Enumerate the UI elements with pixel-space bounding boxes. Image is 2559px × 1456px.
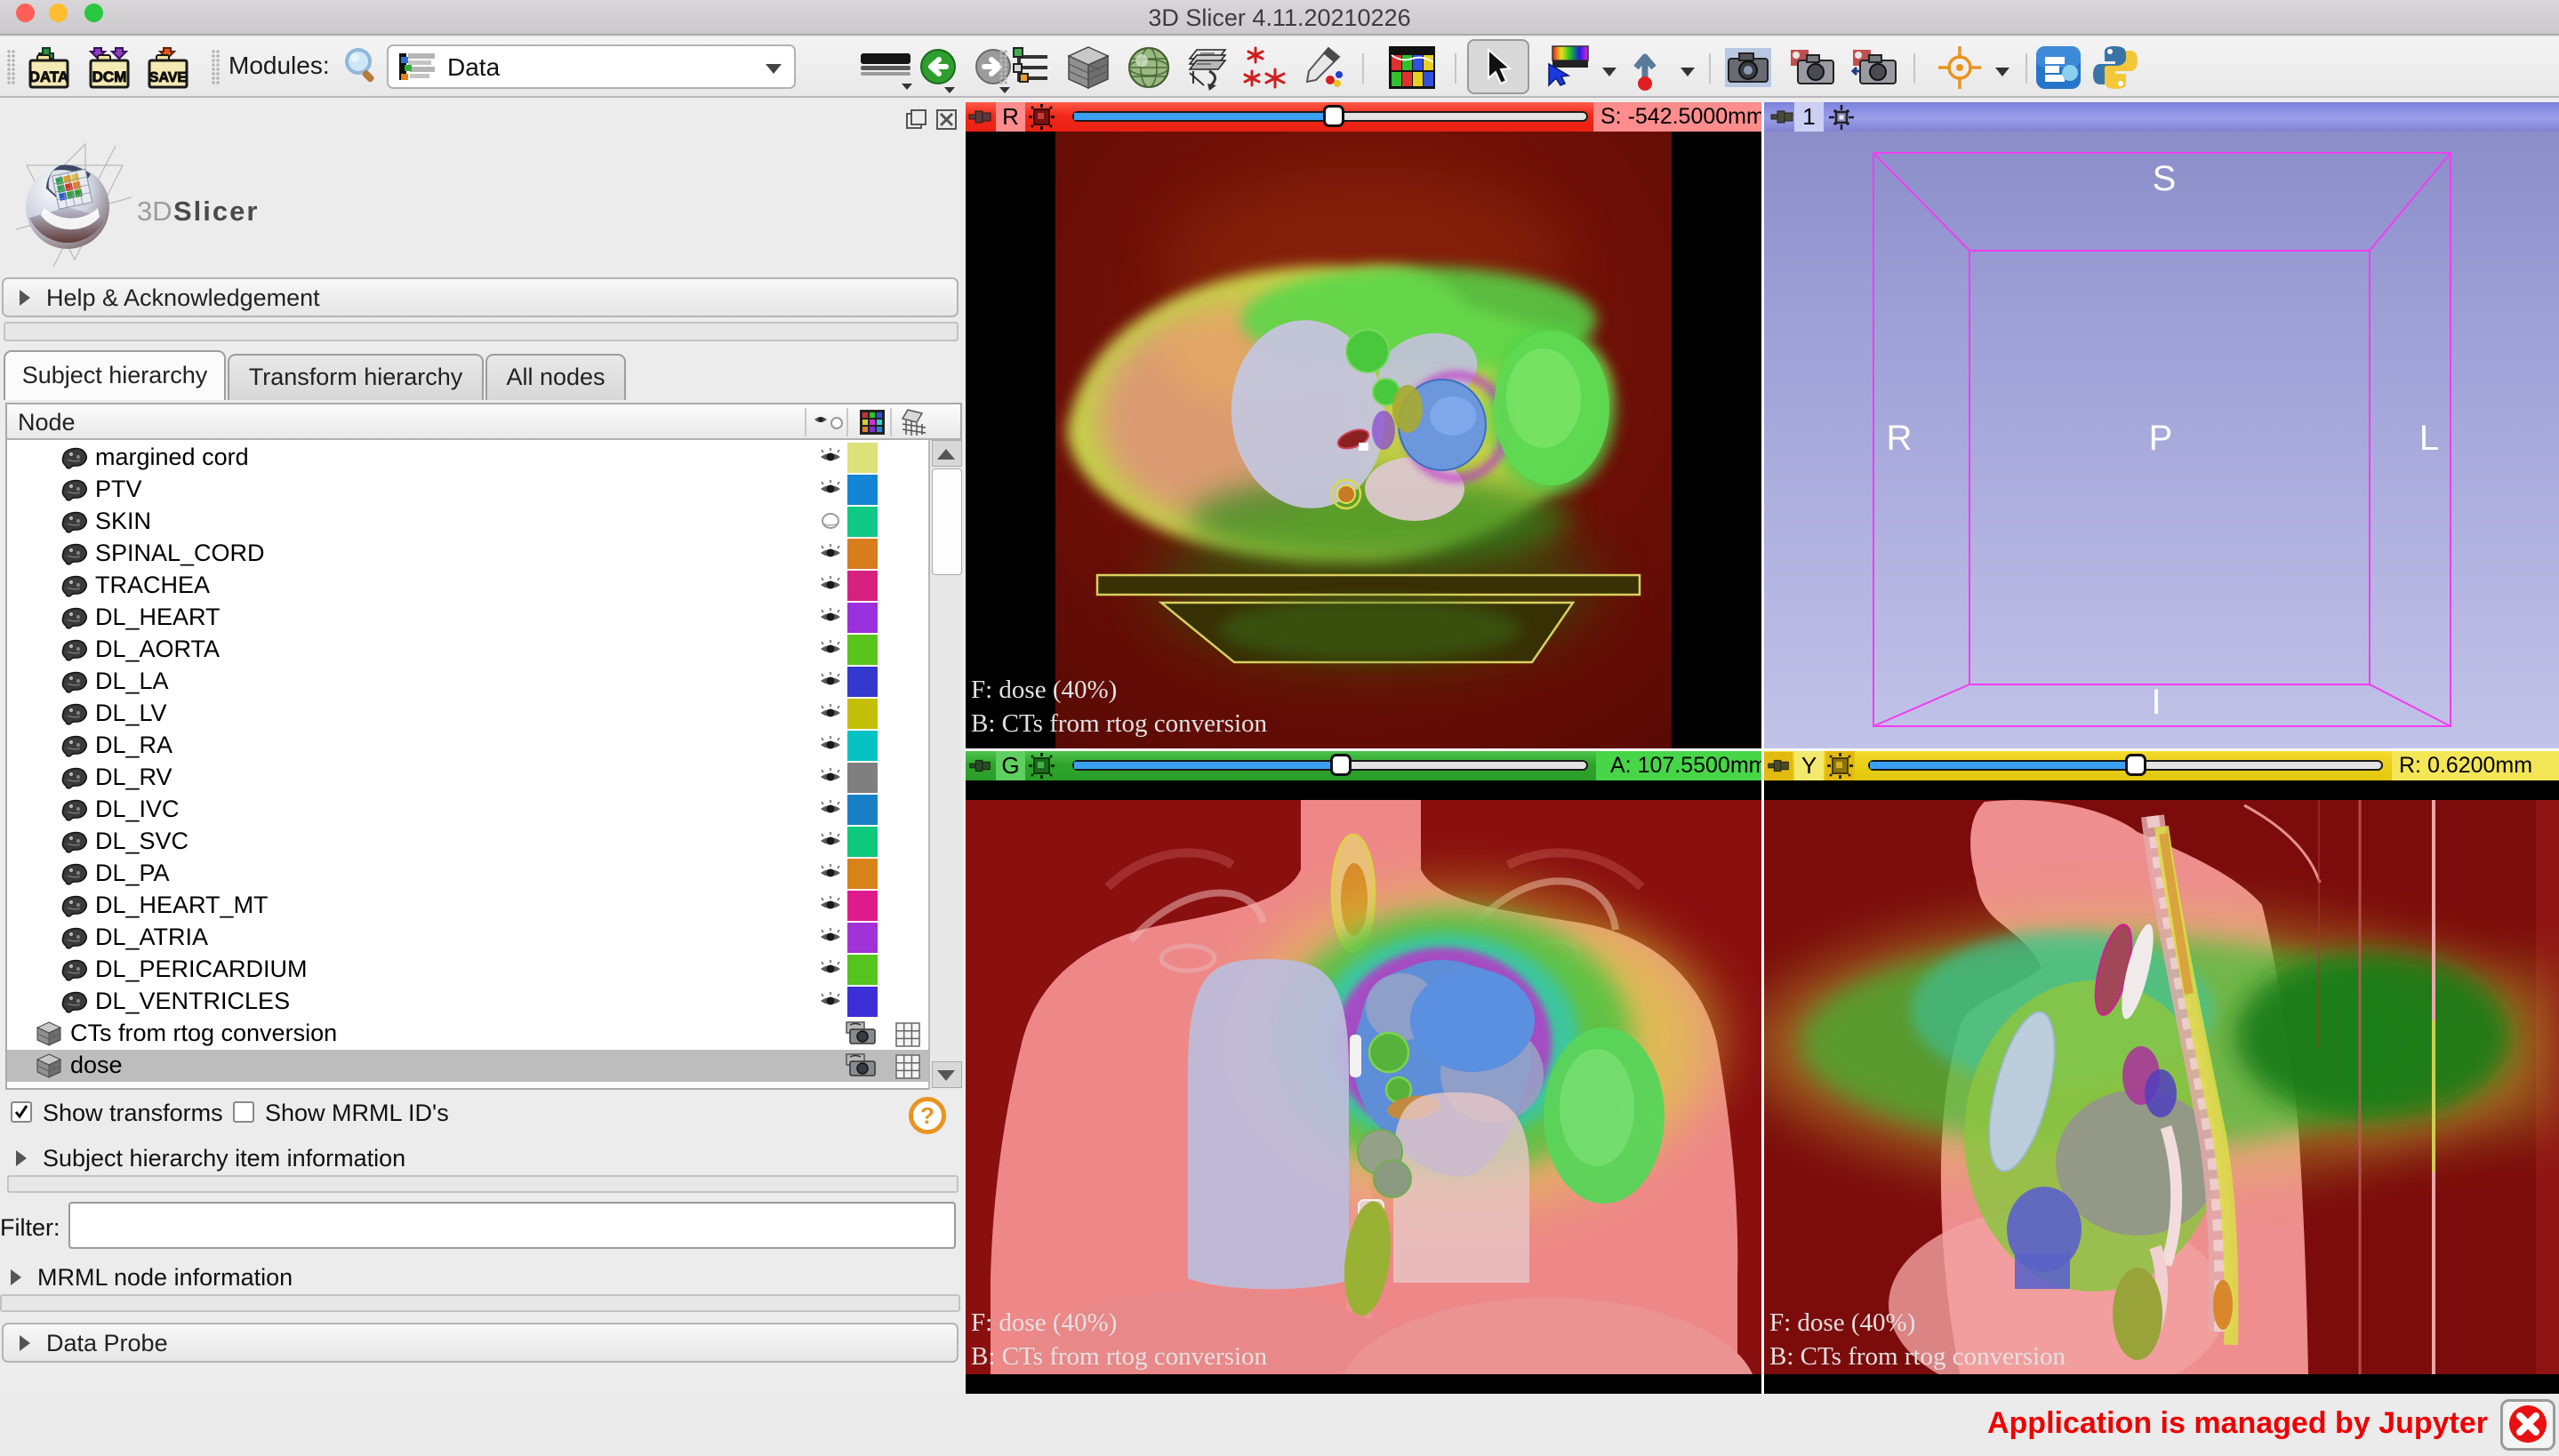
svg-text:F: dose (40%): F: dose (40%) xyxy=(971,676,1117,704)
svg-text:P: P xyxy=(2149,419,2173,458)
svg-text:R: R xyxy=(1887,419,1913,458)
svg-text:I: I xyxy=(2151,683,2161,722)
svg-text:Slicer: Slicer xyxy=(173,196,259,227)
svg-text:SAVE: SAVE xyxy=(149,70,188,85)
svg-text:F: dose (40%): F: dose (40%) xyxy=(1769,1308,1915,1337)
svg-text:F: dose (40%): F: dose (40%) xyxy=(971,1308,1117,1337)
svg-text:DATA: DATA xyxy=(29,68,69,85)
svg-text:3D: 3D xyxy=(137,196,172,227)
svg-text:L: L xyxy=(2419,419,2439,458)
svg-text:B: CTs from rtog conversion: B: CTs from rtog conversion xyxy=(971,1342,1268,1371)
svg-text:B: CTs from rtog conversion: B: CTs from rtog conversion xyxy=(1769,1342,2066,1371)
svg-text:S: S xyxy=(2153,159,2177,198)
svg-text:B: CTs from rtog conversion: B: CTs from rtog conversion xyxy=(971,709,1268,738)
svg-text:DCM: DCM xyxy=(92,68,127,85)
